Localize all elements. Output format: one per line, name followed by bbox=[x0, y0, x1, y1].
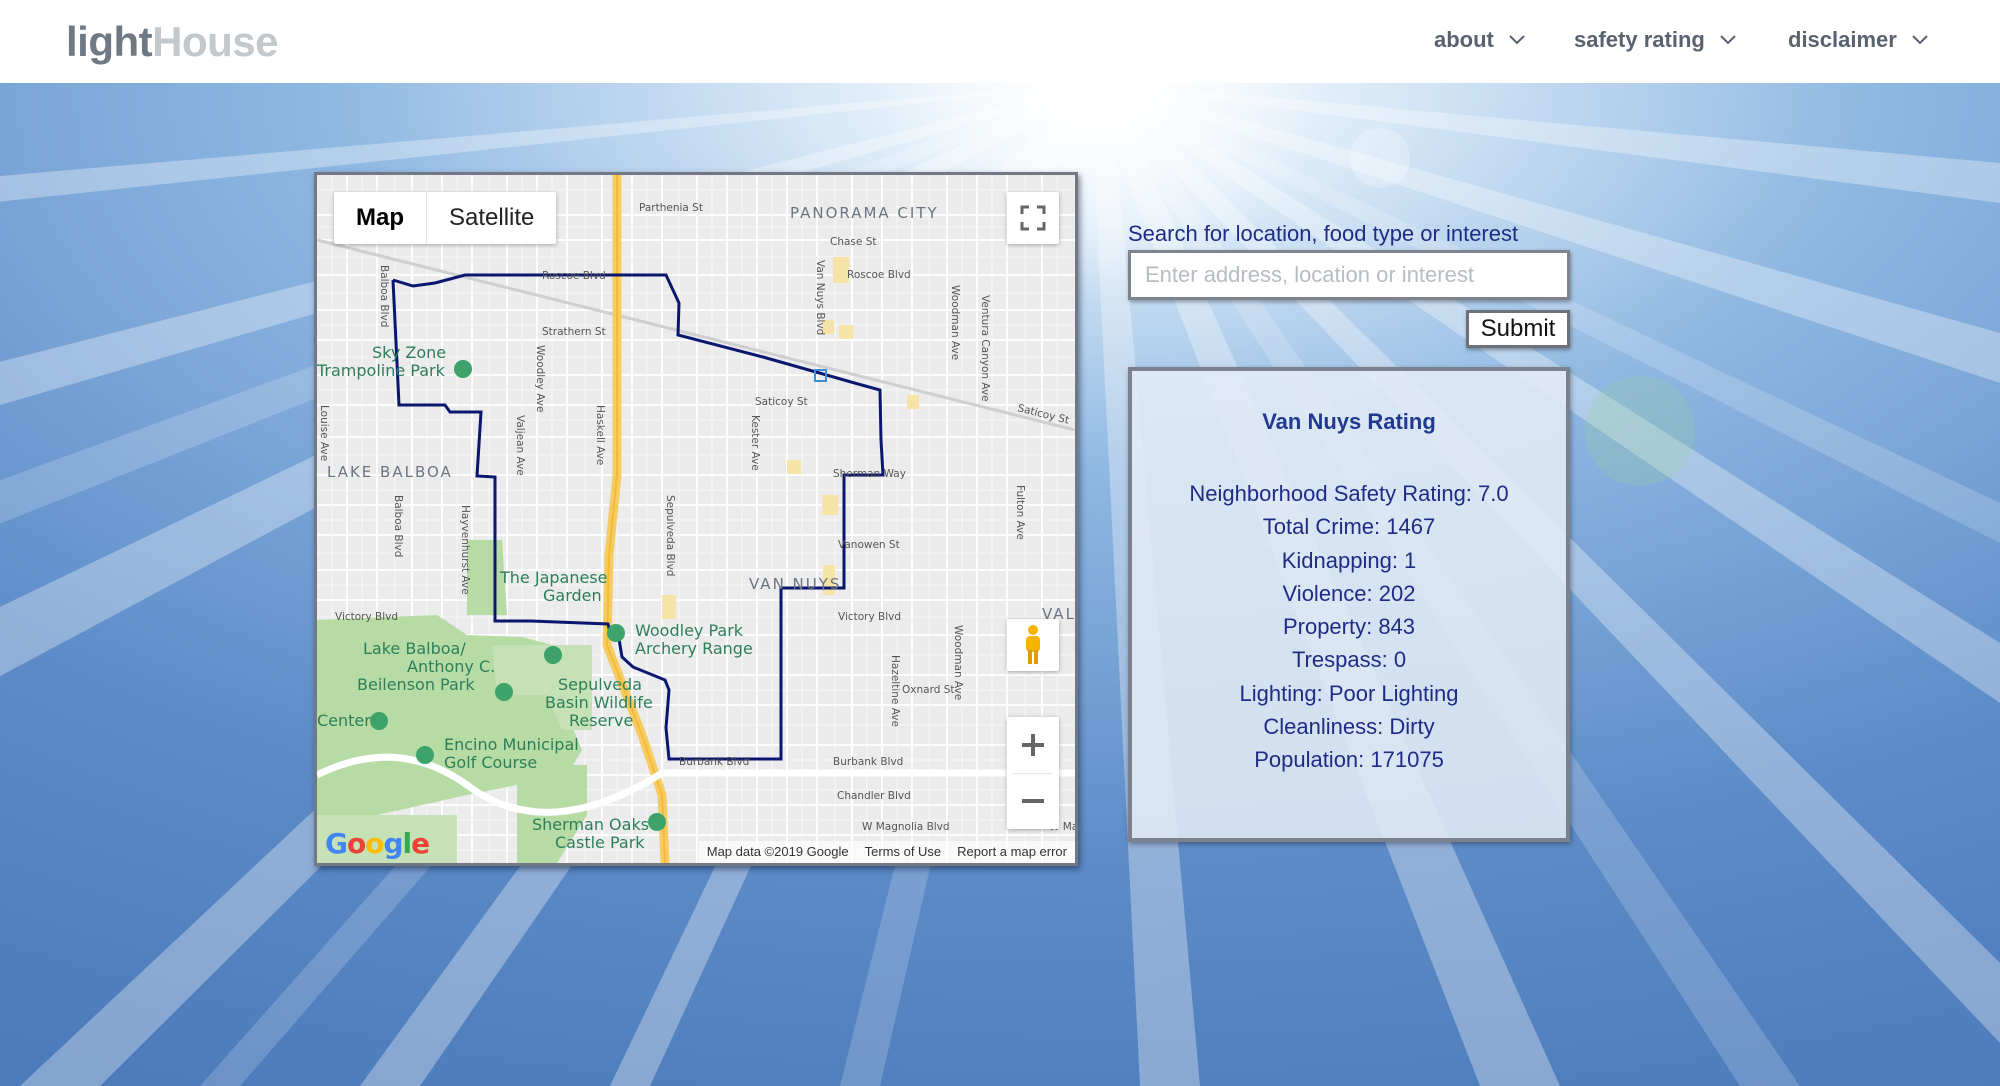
rating-item-property: Property: 843 bbox=[1282, 614, 1416, 640]
search-label: Search for location, food type or intere… bbox=[1128, 221, 1519, 246]
street-label: Roscoe Blvd bbox=[542, 270, 606, 282]
poi-label: Sherman Oaks bbox=[532, 815, 649, 834]
fullscreen-button[interactable] bbox=[1007, 192, 1059, 244]
poi-label: Beilenson Park bbox=[357, 675, 475, 694]
rating-item-cleanliness: Cleanliness: Dirty bbox=[1263, 714, 1435, 740]
chevron-down-icon bbox=[1720, 35, 1736, 45]
poi-label: Center bbox=[317, 711, 371, 730]
rating-list: Neighborhood Safety Rating: 7.0 Total Cr… bbox=[1132, 477, 1566, 777]
street-label: Vanowen St bbox=[838, 539, 900, 551]
terms-of-use-link[interactable]: Terms of Use bbox=[857, 841, 950, 863]
street-label: Chase St bbox=[830, 236, 876, 248]
google-logo[interactable]: Google bbox=[325, 827, 430, 860]
poi-label: Trampoline Park bbox=[317, 361, 446, 380]
map-attribution: Map data ©2019 Google Terms of Use Repor… bbox=[698, 841, 1075, 863]
street-label: Roscoe Blvd bbox=[847, 269, 911, 281]
street-label: Victory Blvd bbox=[838, 611, 901, 623]
street-label: Ventura Canyon Ave bbox=[979, 295, 991, 402]
rating-item-total-crime: Total Crime: 1467 bbox=[1262, 514, 1436, 540]
street-label: Oxnard St bbox=[902, 684, 955, 696]
chevron-down-icon bbox=[1912, 35, 1928, 45]
street-label: Saticoy St bbox=[755, 396, 808, 408]
logo-house: House bbox=[152, 18, 278, 65]
logo-light: light bbox=[66, 18, 153, 65]
street-label: Strathern St bbox=[542, 326, 606, 338]
street-label: Valjean Ave bbox=[514, 415, 526, 476]
street-label: Parthenia St bbox=[639, 202, 703, 214]
rating-item-population: Population: 171075 bbox=[1254, 747, 1444, 773]
area-label: LAKE BALBOA bbox=[327, 463, 453, 481]
poi-label: Sky Zone bbox=[372, 343, 446, 362]
zoom-in-button[interactable] bbox=[1007, 718, 1059, 773]
map-type-map-button[interactable]: Map bbox=[334, 192, 426, 244]
nav-safety-rating-label: safety rating bbox=[1574, 27, 1705, 52]
logo[interactable]: lightHouse bbox=[66, 18, 278, 66]
map-type-control: Map Satellite bbox=[334, 192, 557, 244]
rating-item-violence: Violence: 202 bbox=[1282, 580, 1416, 606]
rating-item-trespass: Trespass: 0 bbox=[1291, 647, 1407, 673]
plus-icon bbox=[1022, 734, 1044, 756]
area-label: VAN NUYS bbox=[749, 575, 841, 593]
street-label: Woodman Ave bbox=[949, 285, 961, 360]
street-view-pegman[interactable] bbox=[1007, 619, 1059, 671]
poi-label: Woodley Park bbox=[635, 621, 744, 640]
map-data-credit: Map data ©2019 Google bbox=[706, 844, 849, 859]
street-label: Hazeltine Ave bbox=[889, 655, 901, 727]
nav-about[interactable]: about bbox=[1434, 27, 1526, 53]
street-label: Van Nuys Blvd bbox=[814, 260, 826, 335]
poi-label: Garden bbox=[543, 586, 602, 605]
street-label: Haskell Ave bbox=[594, 405, 606, 465]
report-map-error-link[interactable]: Report a map error bbox=[949, 841, 1075, 863]
poi-label: Castle Park bbox=[555, 833, 645, 852]
street-label: Sepulveda Blvd bbox=[664, 495, 676, 576]
street-label: Fulton Ave bbox=[1014, 485, 1026, 540]
fullscreen-icon bbox=[1020, 205, 1046, 231]
street-label: Chandler Blvd bbox=[837, 790, 911, 802]
poi-label: Encino Municipal bbox=[444, 735, 579, 754]
zoom-out-button[interactable] bbox=[1007, 774, 1059, 829]
search-input[interactable] bbox=[1128, 250, 1570, 300]
rating-title: Van Nuys Rating bbox=[1262, 409, 1436, 434]
street-label: Louise Ave bbox=[318, 405, 330, 461]
poi-label: Lake Balboa/ bbox=[363, 639, 466, 658]
poi-label: Anthony C. bbox=[407, 657, 495, 676]
street-label: Burbank Blvd bbox=[833, 756, 903, 768]
map-canvas[interactable]: Parthenia St Chase St Roscoe Blvd Roscoe… bbox=[317, 175, 1075, 863]
poi-label: Sepulveda bbox=[558, 675, 642, 694]
street-label: Balboa Blvd bbox=[378, 265, 390, 327]
zoom-control bbox=[1007, 717, 1059, 829]
nav-about-label: about bbox=[1434, 27, 1494, 52]
rating-item-lighting: Lighting: Poor Lighting bbox=[1239, 680, 1459, 706]
nav-disclaimer-label: disclaimer bbox=[1788, 27, 1897, 52]
street-label: W Magnolia Blvd bbox=[862, 821, 950, 833]
rating-item-safety: Neighborhood Safety Rating: 7.0 bbox=[1189, 481, 1509, 506]
poi-label: Golf Course bbox=[444, 753, 537, 772]
poi-label: Basin Wildlife bbox=[545, 693, 653, 712]
poi-label: Archery Range bbox=[635, 639, 753, 658]
chevron-down-icon bbox=[1509, 35, 1525, 45]
map-type-satellite-button[interactable]: Satellite bbox=[427, 192, 556, 244]
nav-safety-rating[interactable]: safety rating bbox=[1574, 27, 1737, 53]
submit-button[interactable]: Submit bbox=[1466, 310, 1570, 348]
street-label: Woodley Ave bbox=[534, 345, 546, 412]
street-label: Sherman Way bbox=[833, 468, 906, 480]
poi-label: The Japanese bbox=[499, 568, 608, 587]
top-navbar: lightHouse about safety rating disclaime… bbox=[0, 0, 2000, 83]
minus-icon bbox=[1022, 799, 1044, 803]
street-label: Victory Blvd bbox=[335, 611, 398, 623]
street-label: Burbank Blvd bbox=[679, 756, 749, 768]
nav-disclaimer[interactable]: disclaimer bbox=[1788, 27, 1929, 53]
rating-item-kidnapping: Kidnapping: 1 bbox=[1281, 547, 1417, 573]
street-label: Woodman Ave bbox=[952, 625, 964, 700]
area-label: PANORAMA CITY bbox=[790, 204, 939, 222]
street-label: Kester Ave bbox=[749, 415, 761, 471]
map-container[interactable]: Parthenia St Chase St Roscoe Blvd Roscoe… bbox=[314, 172, 1078, 866]
rating-panel: Van Nuys Rating Neighborhood Safety Rati… bbox=[1128, 367, 1570, 842]
street-label: Balboa Blvd bbox=[392, 495, 404, 557]
street-label: Hayvenhurst Ave bbox=[459, 505, 471, 595]
pegman-icon bbox=[1026, 625, 1040, 664]
poi-label: Reserve bbox=[569, 711, 633, 730]
